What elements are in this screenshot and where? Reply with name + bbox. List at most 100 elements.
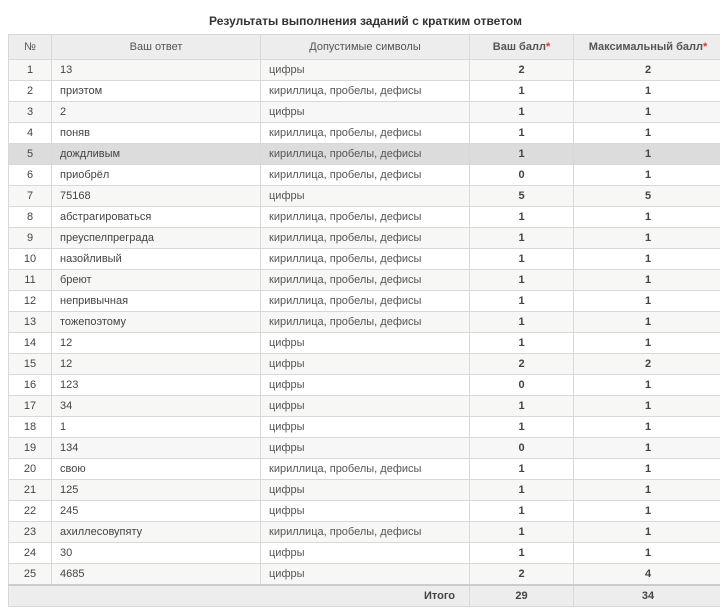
cell-num: 17	[9, 396, 52, 417]
cell-symbols: цифры	[261, 186, 470, 207]
table-row: 9преуспелпреградакириллица, пробелы, деф…	[9, 228, 720, 249]
cell-symbols: цифры	[261, 417, 470, 438]
table-row: 21125цифры11	[9, 480, 720, 501]
cell-max: 2	[574, 354, 720, 375]
footer-row: Итого 29 34	[9, 585, 720, 607]
cell-answer: 134	[52, 438, 261, 459]
cell-answer: 1	[52, 417, 261, 438]
cell-answer: 123	[52, 375, 261, 396]
cell-answer: 13	[52, 60, 261, 81]
cell-answer: 12	[52, 333, 261, 354]
cell-num: 14	[9, 333, 52, 354]
cell-symbols: цифры	[261, 354, 470, 375]
results-table: Результаты выполнения заданий с кратким …	[8, 8, 720, 607]
cell-max: 2	[574, 60, 720, 81]
cell-max: 1	[574, 165, 720, 186]
cell-num: 12	[9, 291, 52, 312]
cell-score: 2	[470, 60, 574, 81]
cell-num: 6	[9, 165, 52, 186]
cell-score: 0	[470, 165, 574, 186]
table-row: 32цифры11	[9, 102, 720, 123]
cell-num: 5	[9, 144, 52, 165]
cell-max: 1	[574, 144, 720, 165]
cell-answer: свою	[52, 459, 261, 480]
cell-score: 1	[470, 270, 574, 291]
cell-num: 4	[9, 123, 52, 144]
cell-answer: ахиллесовупяту	[52, 522, 261, 543]
table-row: 1512цифры22	[9, 354, 720, 375]
cell-max: 1	[574, 375, 720, 396]
cell-answer: преуспелпреграда	[52, 228, 261, 249]
cell-answer: абстрагироваться	[52, 207, 261, 228]
cell-symbols: кириллица, пробелы, дефисы	[261, 270, 470, 291]
cell-max: 5	[574, 186, 720, 207]
cell-max: 1	[574, 312, 720, 333]
cell-score: 1	[470, 249, 574, 270]
cell-num: 20	[9, 459, 52, 480]
cell-num: 9	[9, 228, 52, 249]
cell-answer: 245	[52, 501, 261, 522]
cell-symbols: цифры	[261, 564, 470, 586]
cell-num: 15	[9, 354, 52, 375]
cell-score: 1	[470, 102, 574, 123]
cell-answer: 2	[52, 102, 261, 123]
cell-symbols: кириллица, пробелы, дефисы	[261, 249, 470, 270]
cell-score: 1	[470, 522, 574, 543]
cell-num: 18	[9, 417, 52, 438]
cell-max: 1	[574, 480, 720, 501]
cell-num: 8	[9, 207, 52, 228]
cell-score: 1	[470, 480, 574, 501]
cell-num: 24	[9, 543, 52, 564]
footer-max: 34	[574, 585, 720, 607]
header-answer: Ваш ответ	[52, 35, 261, 60]
cell-score: 1	[470, 81, 574, 102]
cell-symbols: кириллица, пробелы, дефисы	[261, 459, 470, 480]
cell-answer: 125	[52, 480, 261, 501]
cell-score: 1	[470, 123, 574, 144]
cell-answer: бреют	[52, 270, 261, 291]
cell-answer: 4685	[52, 564, 261, 586]
cell-symbols: кириллица, пробелы, дефисы	[261, 228, 470, 249]
header-score: Ваш балл*	[470, 35, 574, 60]
cell-symbols: цифры	[261, 396, 470, 417]
cell-num: 10	[9, 249, 52, 270]
cell-score: 1	[470, 207, 574, 228]
cell-answer: поняв	[52, 123, 261, 144]
cell-answer: приэтом	[52, 81, 261, 102]
table-row: 775168цифры55	[9, 186, 720, 207]
cell-num: 25	[9, 564, 52, 586]
cell-symbols: цифры	[261, 333, 470, 354]
table-row: 254685цифры24	[9, 564, 720, 586]
cell-symbols: цифры	[261, 480, 470, 501]
cell-symbols: кириллица, пробелы, дефисы	[261, 522, 470, 543]
cell-score: 5	[470, 186, 574, 207]
cell-max: 4	[574, 564, 720, 586]
cell-score: 1	[470, 228, 574, 249]
table-row: 20своюкириллица, пробелы, дефисы11	[9, 459, 720, 480]
cell-symbols: кириллица, пробелы, дефисы	[261, 312, 470, 333]
cell-symbols: кириллица, пробелы, дефисы	[261, 207, 470, 228]
cell-num: 22	[9, 501, 52, 522]
cell-max: 1	[574, 417, 720, 438]
cell-max: 1	[574, 396, 720, 417]
cell-max: 1	[574, 522, 720, 543]
cell-num: 2	[9, 81, 52, 102]
cell-symbols: кириллица, пробелы, дефисы	[261, 123, 470, 144]
table-row: 19134цифры01	[9, 438, 720, 459]
table-row: 13тожепоэтомукириллица, пробелы, дефисы1…	[9, 312, 720, 333]
table-row: 11бреюткириллица, пробелы, дефисы11	[9, 270, 720, 291]
table-row: 5дождливымкириллица, пробелы, дефисы11	[9, 144, 720, 165]
cell-num: 16	[9, 375, 52, 396]
cell-score: 1	[470, 312, 574, 333]
table-row: 10назойливыйкириллица, пробелы, дефисы11	[9, 249, 720, 270]
cell-max: 1	[574, 543, 720, 564]
table-row: 12непривычнаякириллица, пробелы, дефисы1…	[9, 291, 720, 312]
cell-score: 1	[470, 144, 574, 165]
cell-symbols: цифры	[261, 102, 470, 123]
cell-num: 11	[9, 270, 52, 291]
cell-score: 1	[470, 459, 574, 480]
cell-symbols: кириллица, пробелы, дефисы	[261, 81, 470, 102]
cell-score: 1	[470, 333, 574, 354]
cell-symbols: кириллица, пробелы, дефисы	[261, 165, 470, 186]
cell-symbols: цифры	[261, 438, 470, 459]
